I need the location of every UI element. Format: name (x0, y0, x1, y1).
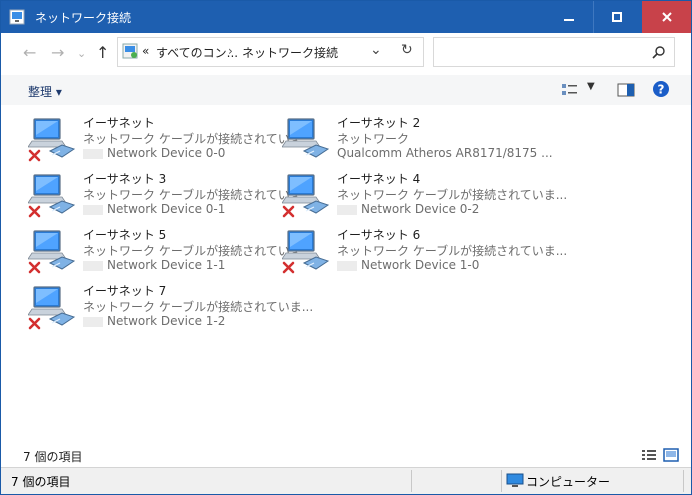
connection-item[interactable]: イーサネット 6 ネットワーク ケーブルが接続されていま... Network De… (282, 225, 567, 275)
connection-name: イーサネット 7 (83, 284, 167, 298)
back-arrow-icon[interactable]: ← (23, 43, 36, 62)
forward-arrow-icon[interactable]: → (51, 43, 64, 62)
network-adapter-icon (28, 230, 76, 274)
recent-locations-chevron-icon[interactable]: ⌄ (77, 47, 86, 60)
breadcrumb-network-connections[interactable]: ネットワーク接続 (242, 44, 338, 61)
view-options-icon[interactable] (561, 82, 579, 98)
view-dropdown-chevron-icon[interactable]: ▼ (587, 81, 595, 92)
status-item-count: 7 個の項目 (11, 475, 71, 489)
window-title: ネットワーク接続 (35, 11, 132, 25)
status-bar: 7 個の項目 コンピューター (1, 467, 691, 494)
help-icon[interactable]: ? (652, 80, 670, 98)
chevron-down-icon[interactable]: ⌄ (370, 42, 382, 58)
connection-status: ネットワーク ケーブルが接続されていま... (83, 244, 314, 258)
address-bar[interactable]: « すべてのコン... › ネットワーク接続 ⌄ ↻ (117, 37, 424, 67)
explorer-window: ネットワーク接続 ← → ⌄ ↑ « すべてのコン... › ネットワーク接続 … (0, 0, 692, 495)
zone-computer-label: コンピューター (526, 475, 611, 489)
network-adapter-icon (282, 118, 330, 158)
connection-name: イーサネット 4 (337, 172, 421, 186)
minimize-icon (564, 19, 574, 21)
connection-device: Network Device 1-0 (337, 258, 479, 272)
connection-device: Network Device 1-2 (83, 314, 225, 328)
connection-name: イーサネット 5 (83, 228, 167, 242)
close-button[interactable] (642, 1, 691, 33)
connection-name: イーサネット 6 (337, 228, 421, 242)
item-count: 7 個の項目 (23, 450, 83, 464)
network-connections-icon (9, 9, 25, 25)
redacted-region (83, 148, 103, 159)
maximize-button[interactable] (594, 1, 640, 33)
connection-item[interactable]: イーサネット 7 ネットワーク ケーブルが接続されていま... Network De… (28, 281, 313, 331)
redacted-region (337, 260, 357, 271)
search-icon[interactable] (652, 45, 666, 59)
redacted-region (83, 316, 103, 327)
maximize-icon (612, 12, 622, 22)
device-name: Qualcomm Atheros AR8171/8175 ... (337, 146, 553, 160)
device-name: Network Device 0-0 (107, 146, 226, 160)
device-name: Network Device 0-1 (107, 202, 226, 216)
connection-status: ネットワーク (337, 132, 410, 146)
connection-status: ネットワーク ケーブルが接続されていま... (83, 188, 314, 202)
large-icons-view-icon[interactable] (663, 447, 679, 463)
connection-item[interactable]: イーサネット 4 ネットワーク ケーブルが接続されていま... Network De… (282, 169, 567, 219)
title-bar[interactable]: ネットワーク接続 (1, 1, 691, 33)
search-input[interactable] (440, 43, 644, 61)
device-name: Network Device 0-2 (361, 202, 480, 216)
redacted-region (337, 204, 357, 215)
computer-icon (506, 473, 524, 487)
connection-device: Network Device 0-2 (337, 202, 479, 216)
refresh-icon[interactable]: ↻ (401, 42, 413, 58)
connection-device: Network Device 0-1 (83, 202, 225, 216)
connection-item[interactable]: イーサネット 3 ネットワーク ケーブルが接続されていま... Network De… (28, 169, 313, 219)
network-adapter-icon (282, 174, 330, 218)
minimize-button[interactable] (546, 1, 592, 33)
status-separator (501, 470, 502, 492)
status-separator (683, 470, 684, 492)
connection-name: イーサネット 3 (83, 172, 167, 186)
connection-status: ネットワーク ケーブルが接続されていま... (337, 244, 568, 258)
connection-device: Network Device 1-1 (83, 258, 225, 272)
control-panel-icon (122, 43, 138, 59)
network-adapter-icon (28, 174, 76, 218)
network-adapter-icon (28, 118, 76, 162)
connection-item[interactable]: イーサネット 2 ネットワーク Qualcomm Atheros AR8171/81… (282, 113, 553, 163)
up-arrow-icon[interactable]: ↑ (96, 43, 109, 62)
item-count-bar: 7 個の項目 (1, 445, 691, 467)
details-view-icon[interactable] (641, 448, 657, 462)
breadcrumb-separator[interactable]: › (228, 44, 233, 58)
connection-status: ネットワーク ケーブルが接続されていま... (337, 188, 568, 202)
connection-item[interactable]: イーサネット 5 ネットワーク ケーブルが接続されていま... Network De… (28, 225, 313, 275)
breadcrumb-all-control-panel[interactable]: すべてのコン... (156, 44, 238, 61)
connection-item[interactable]: イーサネットネットワーク ケーブルが接続されていま... Network Devi… (28, 113, 313, 163)
status-separator (411, 470, 412, 492)
redacted-region (83, 204, 103, 215)
svg-text:?: ? (658, 83, 665, 97)
command-bar: 整理 ▾ ▼ ? (1, 75, 691, 105)
redacted-region (83, 260, 103, 271)
search-box[interactable] (433, 37, 675, 67)
connection-device: Qualcomm Atheros AR8171/8175 ... (337, 146, 553, 160)
close-icon (661, 12, 672, 22)
breadcrumb-overflow[interactable]: « (142, 44, 149, 58)
organize-button[interactable]: 整理 ▾ (28, 83, 62, 100)
device-name: Network Device 1-2 (107, 314, 226, 328)
connection-device: Network Device 0-0 (83, 146, 225, 160)
connections-list: イーサネット ネットワーク ケーブルが接続されていま... Network Devi… (1, 105, 691, 443)
device-name: Network Device 1-0 (361, 258, 480, 272)
connection-status: ネットワーク ケーブルが接続されていま... (83, 300, 314, 314)
connection-name: イーサネット 2 (337, 116, 421, 130)
preview-pane-icon[interactable] (617, 82, 635, 98)
network-adapter-icon (282, 230, 330, 274)
connection-status: ネットワーク ケーブルが接続されていま... (83, 132, 314, 146)
device-name: Network Device 1-1 (107, 258, 226, 272)
network-adapter-icon (28, 286, 76, 330)
connection-name: イーサネット (83, 116, 155, 130)
